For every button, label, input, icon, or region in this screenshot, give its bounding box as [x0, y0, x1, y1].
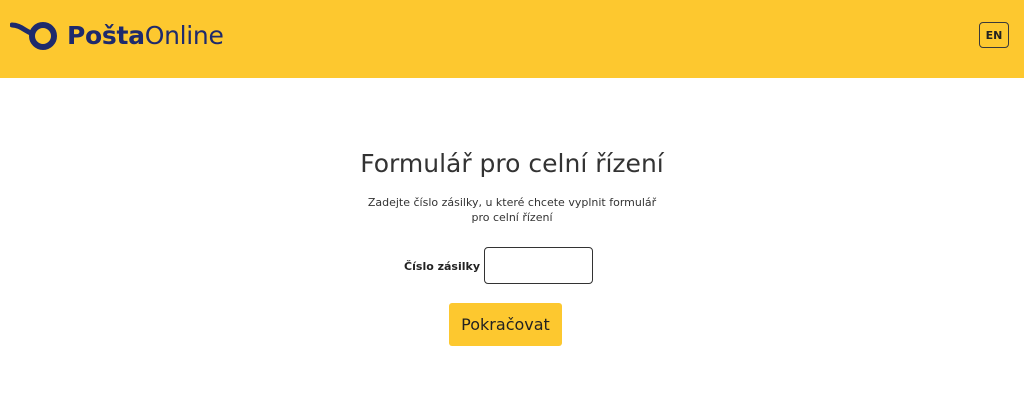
posthorn-logo-icon — [10, 22, 57, 50]
continue-button[interactable]: Pokračovat — [449, 303, 562, 346]
logo-wordmark: PoštaOnline — [67, 21, 224, 51]
parcel-number-label: Číslo zásilky — [404, 260, 480, 273]
form-instructions-line1: Zadejte číslo zásilky, u které chcete vy… — [367, 196, 657, 209]
logo-wordmark-light: Online — [144, 21, 224, 50]
logo-wordmark-bold: Pošta — [67, 21, 145, 50]
page-title: Formulář pro celní řízení — [360, 149, 664, 178]
main-content: Formulář pro celní řízení Zadejte číslo … — [0, 78, 1024, 408]
form-instructions: Zadejte číslo zásilky, u které chcete vy… — [362, 195, 662, 225]
parcel-number-input[interactable] — [484, 247, 593, 284]
posta-online-logo[interactable]: PoštaOnline — [10, 20, 224, 52]
language-switch-button[interactable]: EN — [979, 22, 1009, 48]
page-header: PoštaOnline EN — [0, 0, 1024, 78]
form-instructions-line2: pro celní řízení — [471, 211, 553, 224]
